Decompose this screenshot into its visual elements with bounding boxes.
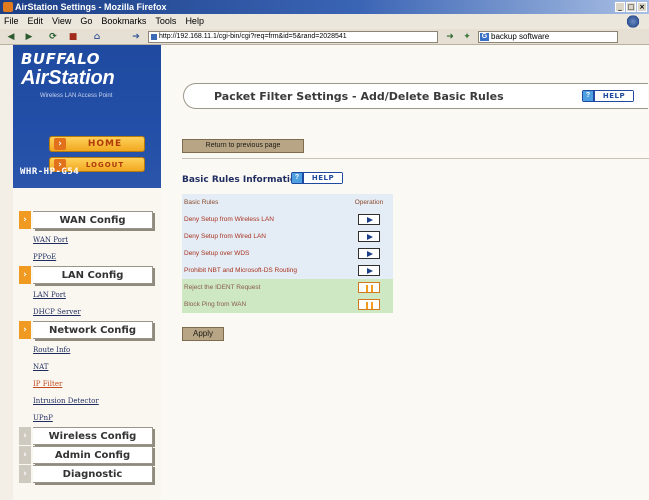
menu-bookmarks[interactable]: Bookmarks xyxy=(101,14,146,29)
play-icon[interactable] xyxy=(358,231,380,242)
menu-view[interactable]: View xyxy=(52,14,71,29)
window-controls: _ □ × xyxy=(615,2,647,12)
rule-name: Reject the IDENT Request xyxy=(182,279,345,296)
page-title: Packet Filter Settings - Add/Delete Basi… xyxy=(214,90,504,103)
search-input[interactable]: G backup software xyxy=(478,31,618,43)
bookmark-icon[interactable]: ✦ xyxy=(460,31,474,43)
column-header-rules: Basic Rules xyxy=(182,194,345,211)
menu-item-wan-port[interactable]: WAN Port xyxy=(13,232,161,249)
forward-arrow-icon[interactable]: ▶ xyxy=(22,31,36,43)
page-icon xyxy=(151,34,157,40)
throbber-icon xyxy=(625,15,641,28)
rule-name: Deny Setup from Wired LAN xyxy=(182,228,345,245)
main-content: Packet Filter Settings - Add/Delete Basi… xyxy=(161,45,649,500)
menu-go[interactable]: Go xyxy=(80,14,92,29)
table-header-row: Basic Rules Operation xyxy=(182,194,393,211)
rule-name: Deny Setup from Wireless LAN xyxy=(182,211,345,228)
menu-network-config[interactable]: › Network Config xyxy=(19,321,153,339)
menu-arrow-icon: › xyxy=(19,446,31,464)
firefox-icon xyxy=(3,2,13,12)
menu-arrow-icon: › xyxy=(19,211,31,229)
section-title: Basic Rules Information xyxy=(182,175,303,185)
rule-name: Prohibit NBT and Microsoft-DS Routing xyxy=(182,262,345,279)
airstation-tagline: Wireless LAN Access Point xyxy=(40,93,113,99)
play-icon[interactable] xyxy=(358,265,380,276)
config-menu: › WAN Config WAN Port PPPoE › LAN Config… xyxy=(13,211,161,483)
menu-item-nat[interactable]: NAT xyxy=(13,359,161,376)
table-row: Deny Setup over WDS xyxy=(182,245,393,262)
menu-arrow-icon: › xyxy=(19,465,31,483)
home-label: HOME xyxy=(87,139,123,149)
menu-bar: File Edit View Go Bookmarks Tools Help xyxy=(0,14,649,29)
table-row: Reject the IDENT Request xyxy=(182,279,393,296)
table-row: Deny Setup from Wired LAN xyxy=(182,228,393,245)
menu-item-pppoe[interactable]: PPPoE xyxy=(13,249,161,266)
rule-name: Deny Setup over WDS xyxy=(182,245,345,262)
buffalo-logo: BUFFALO xyxy=(21,50,101,68)
arrow-right-icon: › xyxy=(54,138,66,150)
url-text: http://192.168.11.1/cgi-bin/cgi?req=frm&… xyxy=(159,33,347,40)
play-icon[interactable] xyxy=(358,248,380,259)
home-button[interactable]: › HOME xyxy=(49,136,145,152)
menu-item-route-info[interactable]: Route Info xyxy=(13,342,161,359)
table-row: Prohibit NBT and Microsoft-DS Routing xyxy=(182,262,393,279)
rules-table: Basic Rules Operation Deny Setup from Wi… xyxy=(182,194,393,313)
navigation-toolbar: ◀ ▶ ⟳ ■ ⌂ ➔ http://192.168.11.1/cgi-bin/… xyxy=(0,29,649,45)
brand-panel: BUFFALO AirStation Wireless LAN Access P… xyxy=(13,45,161,188)
header-help-button[interactable]: ? HELP xyxy=(582,90,634,102)
window-title: AirStation Settings - Mozilla Firefox xyxy=(15,2,167,12)
section-help-button[interactable]: ? HELP xyxy=(291,172,343,184)
menu-lan-config[interactable]: › LAN Config xyxy=(19,266,153,284)
menu-help[interactable]: Help xyxy=(185,14,204,29)
airstation-logo: AirStation xyxy=(21,67,115,89)
menu-item-ip-filter[interactable]: IP Filter xyxy=(13,376,161,393)
search-value: backup software xyxy=(491,32,550,41)
google-icon: G xyxy=(480,33,489,41)
sidebar: BUFFALO AirStation Wireless LAN Access P… xyxy=(13,45,161,500)
rule-name: Block Ping from WAN xyxy=(182,296,345,313)
table-row: Block Ping from WAN xyxy=(182,296,393,313)
browser-window: AirStation Settings - Mozilla Firefox _ … xyxy=(0,0,649,500)
question-icon: ? xyxy=(583,91,593,101)
go-arrow-icon[interactable]: ➜ xyxy=(443,31,457,43)
apply-button[interactable]: Apply xyxy=(182,327,224,341)
return-button[interactable]: Return to previous page xyxy=(182,139,304,153)
menu-item-upnp[interactable]: UPnP xyxy=(13,410,161,427)
menu-item-dhcp-server[interactable]: DHCP Server xyxy=(13,304,161,321)
menu-diagnostic[interactable]: › Diagnostic xyxy=(19,465,153,483)
menu-arrow-icon: › xyxy=(19,266,31,284)
page-header: Packet Filter Settings - Add/Delete Basi… xyxy=(183,83,648,109)
go-icon[interactable]: ➔ xyxy=(128,31,144,43)
menu-item-intrusion-detector[interactable]: Intrusion Detector xyxy=(13,393,161,410)
reload-icon[interactable]: ⟳ xyxy=(46,31,60,43)
menu-wireless-config[interactable]: › Wireless Config xyxy=(19,427,153,445)
title-bar: AirStation Settings - Mozilla Firefox _ … xyxy=(0,0,649,14)
menu-file[interactable]: File xyxy=(4,14,19,29)
menu-edit[interactable]: Edit xyxy=(28,14,44,29)
menu-wan-config[interactable]: › WAN Config xyxy=(19,211,153,229)
pause-icon[interactable] xyxy=(358,299,380,310)
play-icon[interactable] xyxy=(358,214,380,225)
menu-item-lan-port[interactable]: LAN Port xyxy=(13,287,161,304)
close-button[interactable]: × xyxy=(637,2,647,12)
divider xyxy=(182,158,649,159)
menu-tools[interactable]: Tools xyxy=(155,14,176,29)
home-icon[interactable]: ⌂ xyxy=(90,31,104,43)
table-row: Deny Setup from Wireless LAN xyxy=(182,211,393,228)
stop-icon[interactable]: ■ xyxy=(66,31,80,43)
question-icon: ? xyxy=(292,173,302,183)
back-arrow-icon[interactable]: ◀ xyxy=(4,31,18,43)
minimize-button[interactable]: _ xyxy=(615,2,625,12)
column-header-operation: Operation xyxy=(345,194,393,211)
url-bar[interactable]: http://192.168.11.1/cgi-bin/cgi?req=frm&… xyxy=(148,31,438,43)
menu-arrow-icon: › xyxy=(19,427,31,445)
maximize-button[interactable]: □ xyxy=(626,2,636,12)
menu-arrow-icon: › xyxy=(19,321,31,339)
menu-admin-config[interactable]: › Admin Config xyxy=(19,446,153,464)
model-name: WHR-HP-G54 xyxy=(20,167,80,177)
pause-icon[interactable] xyxy=(358,282,380,293)
